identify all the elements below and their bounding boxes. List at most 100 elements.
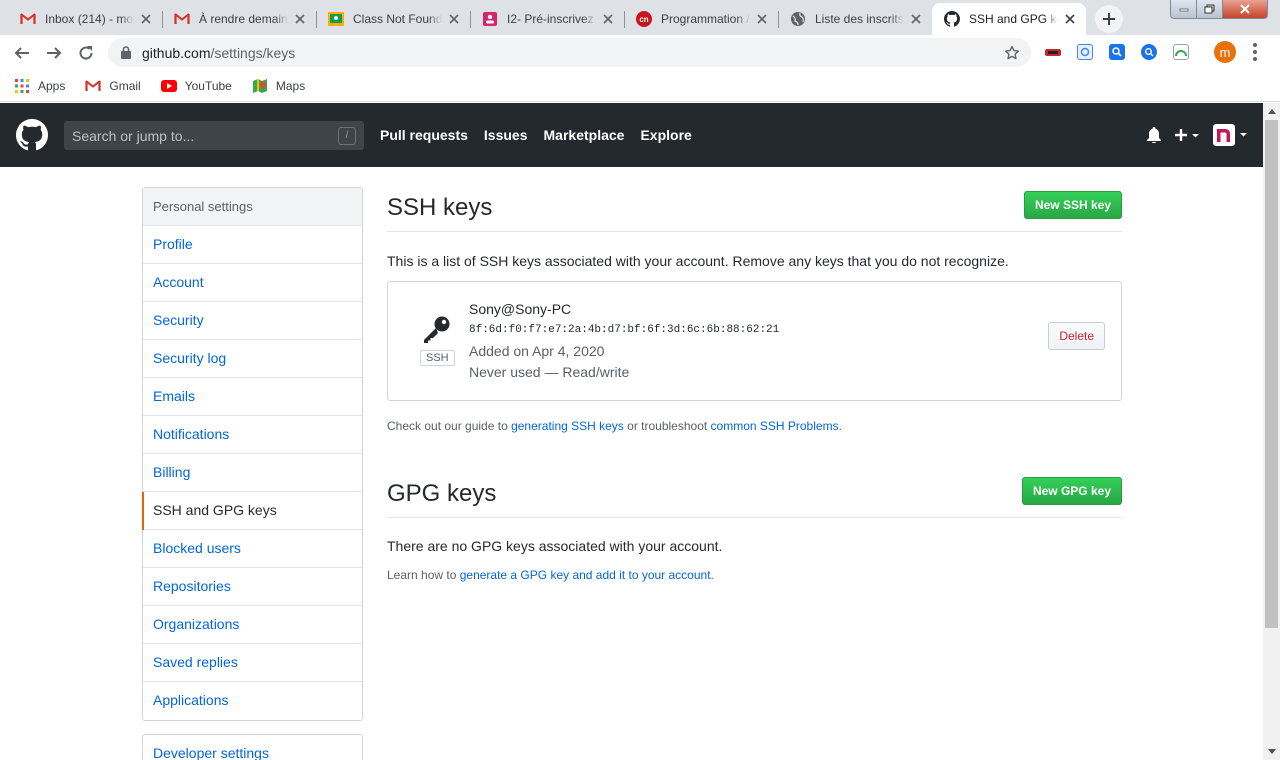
- new-ssh-key-button[interactable]: New SSH key: [1023, 191, 1122, 219]
- bookmark-maps[interactable]: Maps: [252, 78, 305, 94]
- nav-issues[interactable]: Issues: [484, 127, 528, 143]
- minimize-button[interactable]: [1171, 0, 1197, 18]
- user-avatar-dropdown[interactable]: [1213, 124, 1247, 146]
- generate-gpg-key-link[interactable]: generate a GPG key and add it to your ac…: [460, 568, 711, 582]
- tab-title: À rendre demain: [199, 12, 288, 26]
- header-actions: [1133, 103, 1247, 167]
- forward-button[interactable]: [40, 39, 68, 67]
- close-icon[interactable]: [908, 11, 924, 27]
- gpg-subhead: GPG keys New GPG key: [387, 473, 1122, 518]
- tab-a-rendre-demain[interactable]: À rendre demain: [162, 3, 316, 35]
- url-text: github.com/settings/keys: [142, 44, 296, 61]
- nav-pull-requests[interactable]: Pull requests: [380, 127, 468, 143]
- sidebar-item-organizations[interactable]: Organizations: [143, 606, 362, 644]
- common-ssh-problems-link[interactable]: common SSH Problems: [711, 419, 839, 433]
- browser-menu-icon[interactable]: [1252, 43, 1258, 61]
- classroom-icon: [328, 11, 344, 27]
- bookmark-youtube[interactable]: YouTube: [160, 78, 232, 94]
- sidebar-item-billing[interactable]: Billing: [143, 454, 362, 492]
- maximize-button[interactable]: [1197, 0, 1223, 18]
- scrollbar-thumb[interactable]: [1265, 120, 1278, 628]
- github-logo-icon[interactable]: [16, 119, 48, 151]
- sidebar-item-applications[interactable]: Applications: [143, 682, 362, 720]
- extension-gauge-icon[interactable]: [1173, 44, 1189, 60]
- delete-ssh-key-button[interactable]: Delete: [1048, 322, 1105, 350]
- search-shortcut-key: /: [338, 126, 356, 145]
- tab-liste-des-inscrits[interactable]: Liste des inscrits: [778, 3, 932, 35]
- ssh-keys-title: SSH keys: [387, 194, 493, 221]
- bookmark-label: Gmail: [109, 78, 141, 93]
- tab-class-not-found[interactable]: Class Not Found: [316, 3, 470, 35]
- close-icon[interactable]: [600, 11, 616, 27]
- sidebar-item-blocked-users[interactable]: Blocked users: [143, 530, 362, 568]
- developer-settings-menu: Developer settings: [142, 734, 363, 760]
- sidebar-item-security-log[interactable]: Security log: [143, 340, 362, 378]
- close-icon[interactable]: [138, 11, 154, 27]
- new-tab-button[interactable]: [1095, 5, 1123, 33]
- bookmarks-bar: Apps Gmail YouTube Maps: [0, 70, 1280, 102]
- settings-sidebar: Personal settings Profile Account Securi…: [142, 187, 363, 721]
- tab-title: SSH and GPG keys: [969, 12, 1058, 26]
- ssh-subhead: SSH keys New SSH key: [387, 187, 1122, 232]
- tab-title: Inbox (214) - mohamed: [45, 12, 134, 26]
- close-icon[interactable]: [446, 11, 462, 27]
- nav-marketplace[interactable]: Marketplace: [544, 127, 625, 143]
- github-search: /: [64, 121, 364, 150]
- back-button[interactable]: [8, 39, 36, 67]
- close-icon[interactable]: [1062, 11, 1078, 27]
- ssh-intro-text: This is a list of SSH keys associated wi…: [387, 253, 1009, 269]
- ssh-key-fingerprint: 8f:6d:f0:f7:e7:2a:4b:d7:bf:6f:3d:6c:6b:8…: [469, 324, 780, 336]
- sidebar-item-security[interactable]: Security: [143, 302, 362, 340]
- gpg-empty-text: There are no GPG keys associated with yo…: [387, 538, 723, 554]
- ssh-key-usage: Never used — Read/write: [469, 364, 630, 380]
- sidebar-item-emails[interactable]: Emails: [143, 378, 362, 416]
- window-close-button[interactable]: [1223, 0, 1267, 18]
- tab-inbox[interactable]: Inbox (214) - mohamed: [8, 3, 162, 35]
- tab-programmation[interactable]: cn Programmation /: [624, 3, 778, 35]
- profile-avatar[interactable]: m: [1214, 41, 1236, 63]
- tab-ssh-gpg-keys[interactable]: SSH and GPG keys: [932, 3, 1086, 35]
- gmail-icon: [20, 11, 36, 27]
- ssh-guide-note: Check out our guide to generating SSH ke…: [387, 419, 842, 433]
- extension-search-icon[interactable]: [1109, 44, 1125, 60]
- create-new-dropdown[interactable]: [1175, 128, 1199, 142]
- gmail-icon: [174, 11, 190, 27]
- key-icon: [424, 316, 450, 343]
- sidebar-item-repositories[interactable]: Repositories: [143, 568, 362, 606]
- tab-pre-inscrivez[interactable]: I2- Pré-inscrivez: [470, 3, 624, 35]
- page-scrollbar[interactable]: [1263, 103, 1280, 760]
- address-bar[interactable]: github.com/settings/keys: [108, 38, 1031, 67]
- svg-text:cn: cn: [639, 15, 648, 24]
- plus-icon: [1103, 13, 1115, 25]
- bookmark-star-icon[interactable]: [1001, 45, 1023, 61]
- bell-icon[interactable]: [1147, 127, 1161, 143]
- sidebar-item-saved-replies[interactable]: Saved replies: [143, 644, 362, 682]
- sidebar-item-ssh-gpg-keys[interactable]: SSH and GPG keys: [142, 492, 362, 530]
- extension-red-icon[interactable]: [1045, 44, 1061, 60]
- close-icon[interactable]: [754, 11, 770, 27]
- scroll-up-icon[interactable]: [1263, 103, 1280, 120]
- bookmark-apps[interactable]: Apps: [14, 78, 65, 94]
- bookmark-label: Apps: [38, 78, 66, 93]
- bookmark-gmail[interactable]: Gmail: [85, 78, 141, 94]
- sidebar-item-profile[interactable]: Profile: [143, 226, 362, 264]
- reload-button[interactable]: [72, 39, 100, 67]
- search-input[interactable]: [72, 127, 338, 144]
- gpg-keys-title: GPG keys: [387, 480, 497, 507]
- plus-icon: [1175, 129, 1199, 141]
- nav-explore[interactable]: Explore: [640, 127, 691, 143]
- scroll-down-icon[interactable]: [1263, 743, 1280, 760]
- tab-title: Liste des inscrits: [815, 12, 904, 26]
- sidebar-item-account[interactable]: Account: [143, 264, 362, 302]
- sidebar-item-developer-settings[interactable]: Developer settings: [143, 735, 362, 760]
- close-icon[interactable]: [292, 11, 308, 27]
- extension-blue-square-icon[interactable]: [1077, 44, 1093, 60]
- extension-lens-icon[interactable]: [1141, 44, 1157, 60]
- generating-ssh-keys-link[interactable]: generating SSH keys: [511, 419, 624, 433]
- sidebar-item-notifications[interactable]: Notifications: [143, 416, 362, 454]
- browser-tab-strip: Inbox (214) - mohamed À rendre demain Cl…: [0, 0, 1280, 35]
- cn-icon: cn: [636, 11, 652, 27]
- new-gpg-key-button[interactable]: New GPG key: [1021, 477, 1122, 505]
- globe-icon: [790, 11, 806, 27]
- maps-icon: [252, 78, 268, 94]
